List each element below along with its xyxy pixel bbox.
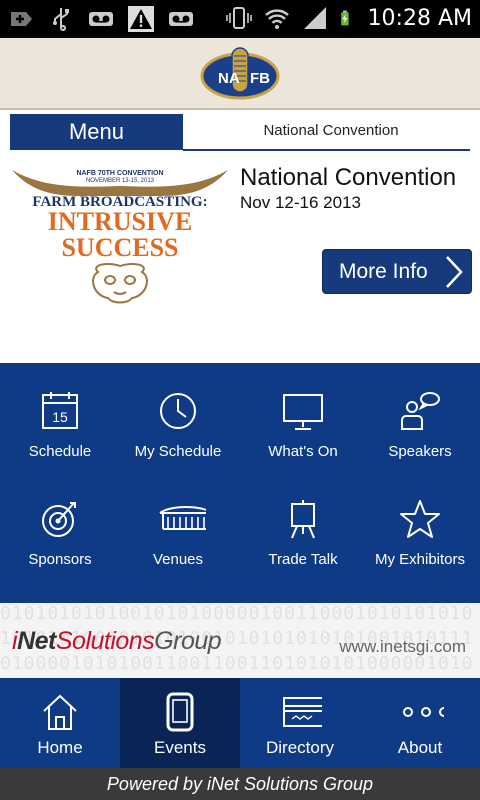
speakers-icon — [401, 392, 440, 430]
poster-line-4: INTRUSIVE — [48, 207, 193, 236]
tab-home[interactable]: Home — [0, 678, 120, 768]
grid-item-whats-on[interactable]: What's On — [243, 363, 363, 473]
poster-line-2: NOVEMBER 13-15, 2013 — [86, 178, 155, 184]
target-icon — [42, 502, 76, 537]
feature-grid: 15 Schedule My Schedule What's On Speake… — [0, 363, 480, 603]
grid-item-trade-talk[interactable]: Trade Talk — [243, 471, 363, 581]
warning-icon — [128, 6, 154, 32]
status-clock: 10:28 AM — [367, 5, 472, 31]
usb-icon — [53, 8, 69, 32]
page-title: National Convention — [263, 122, 399, 139]
wifi-icon — [264, 9, 289, 29]
grid-item-label: Sponsors — [28, 551, 92, 568]
inet-brand-logo: iNetSolutionsGroup — [12, 627, 222, 655]
grid-item-label: Venues — [152, 551, 204, 568]
app-header: NA FB — [0, 38, 480, 110]
poster-line-1: NAFB 70TH CONVENTION — [76, 170, 163, 177]
more-info-button[interactable]: More Info — [322, 249, 472, 294]
tab-label: Events — [154, 738, 206, 757]
menu-button[interactable]: Menu — [10, 114, 183, 150]
status-bar: 10:28 AM — [0, 0, 480, 38]
grid-item-schedule[interactable]: 15 Schedule — [0, 363, 120, 473]
menu-divider — [183, 149, 470, 151]
vibrate-icon — [225, 7, 252, 29]
grid-item-my-schedule[interactable]: My Schedule — [118, 363, 238, 473]
event-title: National Convention — [240, 164, 457, 191]
grid-item-label: Trade Talk — [268, 551, 338, 568]
star-icon — [400, 500, 440, 538]
phone-icon — [166, 692, 194, 732]
calendar-icon: 15 — [42, 392, 78, 429]
poster-line-5: SUCCESS — [61, 233, 178, 262]
grid-item-sponsors[interactable]: Sponsors — [0, 471, 120, 581]
grid-item-label: What's On — [268, 443, 338, 460]
grid-item-label: Schedule — [28, 443, 92, 460]
grid-item-venues[interactable]: Venues — [118, 471, 238, 581]
add-icon — [11, 12, 32, 26]
stadium-icon — [159, 506, 206, 530]
voicemail-icon — [89, 12, 113, 26]
more-icon — [403, 707, 444, 717]
powered-by-footer: Powered by iNet Solutions Group — [0, 768, 480, 800]
calendar-day: 15 — [52, 409, 68, 425]
banner-url: www.inetsgi.com — [339, 637, 466, 656]
tab-label: Home — [37, 738, 83, 757]
binary-pattern: 0101010101001010100000100110001010101010 — [0, 603, 474, 624]
svg-text:FB: FB — [250, 70, 270, 87]
steer-skull-icon — [92, 263, 148, 304]
grid-item-my-exhibitors[interactable]: My Exhibitors — [360, 471, 480, 581]
bottom-tab-bar: Home Events Directory About — [0, 678, 480, 768]
app-screen: 10:28 AM NA FB Menu National Convention … — [0, 0, 480, 800]
easel-icon — [291, 500, 315, 539]
home-icon — [43, 694, 77, 730]
grid-item-label: Speakers — [388, 443, 452, 460]
menu-row: Menu National Convention — [0, 112, 480, 152]
tab-label: Directory — [265, 738, 334, 757]
grid-item-label: My Schedule — [134, 443, 222, 460]
battery-charging-icon — [340, 10, 349, 26]
card-icon — [283, 697, 322, 727]
signal-icon — [303, 7, 326, 29]
convention-poster: NAFB 70TH CONVENTION NOVEMBER 13-15, 201… — [12, 170, 228, 304]
clock-icon — [160, 393, 196, 429]
grid-item-speakers[interactable]: Speakers — [360, 363, 480, 473]
more-info-label: More Info — [339, 260, 428, 283]
voicemail-icon — [169, 12, 193, 26]
inet-banner[interactable]: 0101010101001010100000100110001010101010… — [0, 603, 480, 678]
chevron-right-icon — [446, 256, 463, 288]
tab-events[interactable]: Events — [120, 678, 240, 768]
event-dates: Nov 12-16 2013 — [240, 193, 361, 212]
monitor-icon — [283, 394, 323, 430]
tab-directory[interactable]: Directory — [240, 678, 360, 768]
tab-about[interactable]: About — [360, 678, 480, 768]
tab-label: About — [397, 738, 443, 757]
svg-text:NA: NA — [218, 70, 240, 87]
nafb-logo: NA FB — [200, 47, 280, 100]
grid-item-label: My Exhibitors — [374, 551, 466, 568]
